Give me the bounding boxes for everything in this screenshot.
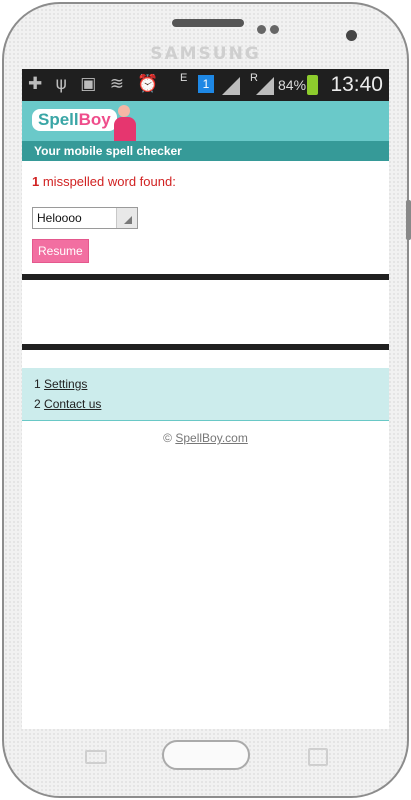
front-camera	[346, 30, 357, 41]
home-button[interactable]	[162, 740, 250, 770]
screen: ✚ ψ ▣ ≋ ⏰ E 1 R 84% 13:40 SpellBoy Your …	[22, 69, 389, 729]
menu-item-contact: 2 Contact us	[34, 396, 389, 416]
earpiece-speaker	[172, 19, 244, 27]
proximity-sensor	[257, 25, 266, 34]
status-icons: ✚ ψ ▣ ≋ ⏰	[28, 74, 163, 94]
wifi-signal-icon	[222, 77, 240, 95]
word-select[interactable]: Heloooo	[32, 207, 138, 229]
footer-site-link[interactable]: SpellBoy.com	[175, 431, 247, 445]
power-button[interactable]	[406, 200, 411, 240]
menu-links: 1 Settings 2 Contact us	[22, 368, 389, 421]
light-sensor	[270, 25, 279, 34]
app-tagline: Your mobile spell checker	[22, 141, 389, 161]
cell-signal-icon	[256, 77, 274, 95]
clock: 13:40	[330, 73, 383, 96]
device-brand: SAMSUNG	[150, 44, 261, 64]
recent-apps-key-icon[interactable]	[308, 748, 328, 766]
logo-text-main: Spell	[38, 110, 79, 129]
main-content: 1 misspelled word found: Heloooo Resume	[22, 161, 389, 263]
footer: © SpellBoy.com	[22, 431, 389, 445]
divider-top	[22, 274, 389, 280]
divider-bottom	[22, 344, 389, 350]
resume-button[interactable]: Resume	[32, 239, 89, 263]
misspelled-message: misspelled word found:	[39, 174, 176, 189]
back-key-icon[interactable]	[85, 750, 107, 764]
app-header: SpellBoy	[22, 101, 389, 141]
menu-item-number: 2	[34, 397, 41, 411]
battery-icon	[307, 75, 318, 95]
menu-item-number: 1	[34, 377, 41, 391]
copyright-symbol: ©	[163, 431, 172, 445]
network-e-indicator: E	[180, 72, 188, 84]
notification-count-badge: 1	[198, 75, 214, 93]
battery-percent: 84%	[278, 77, 307, 93]
misspelled-summary: 1 misspelled word found:	[32, 174, 379, 189]
status-bar: ✚ ψ ▣ ≋ ⏰ E 1 R 84% 13:40	[22, 69, 389, 101]
settings-link[interactable]: Settings	[44, 377, 87, 391]
menu-item-settings: 1 Settings	[34, 376, 389, 396]
word-select-value: Heloooo	[37, 211, 82, 225]
phone-frame: SAMSUNG ✚ ψ ▣ ≋ ⏰ E 1 R 84% 13:40 SpellB…	[0, 0, 411, 800]
contact-link[interactable]: Contact us	[44, 397, 101, 411]
logo-text-accent: Boy	[78, 110, 111, 129]
mascot-icon	[114, 105, 136, 141]
app-logo[interactable]: SpellBoy	[32, 109, 117, 131]
dropdown-arrow-icon	[116, 208, 137, 228]
